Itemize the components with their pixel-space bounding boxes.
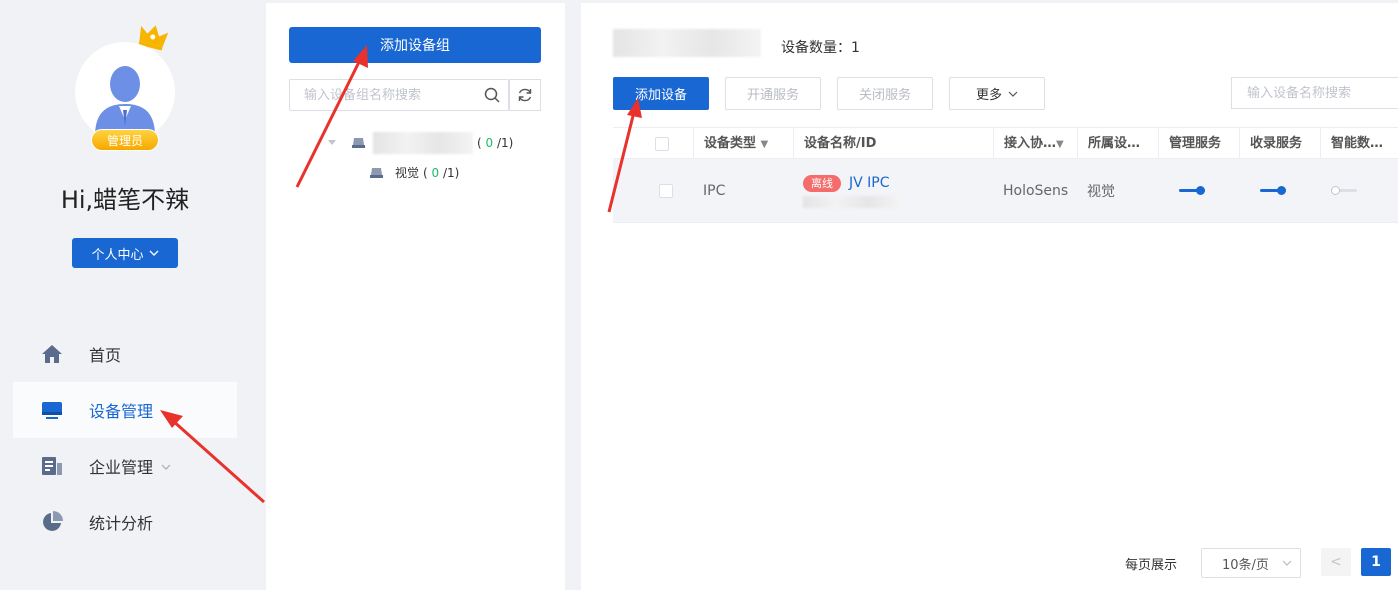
cell-type: IPC [703,183,726,199]
tree-node-child[interactable]: 视觉 ( 0 /1) [370,164,459,181]
sidebar-item-statistics[interactable]: 统计分析 [13,494,237,550]
add-device-button[interactable]: 添加设备 [613,77,709,110]
column-header-type[interactable]: 设备类型 ▼ [693,128,793,159]
page-size-select[interactable]: 10条/页 [1201,548,1301,578]
user-avatar-icon [95,66,155,136]
sidebar-item-label: 首页 [89,346,122,365]
smart-data-toggle[interactable] [1331,186,1357,196]
column-header-protocol[interactable]: 接入协…▼ [993,128,1077,159]
column-header-manage-service[interactable]: 管理服务 [1158,128,1239,159]
sidebar-item-label: 企业管理 [89,458,154,477]
filter-icon[interactable]: ▼ [1056,139,1064,150]
chevron-down-icon [149,250,158,256]
refresh-icon [518,88,532,102]
building-icon [41,455,63,477]
group-search-input[interactable] [290,80,470,110]
device-list-panel: 设备数量：1 添加设备 开通服务 关闭服务 更多 设备类型 ▼ 设备名称/ID … [581,3,1398,590]
pie-chart-icon [41,511,63,533]
status-badge: 离线 [803,174,841,192]
device-table: 设备类型 ▼ 设备名称/ID 接入协…▼ 所属设… 管理服务 收录服务 智能数…… [613,127,1398,223]
monitor-icon [41,399,63,421]
sidebar-item-enterprise-management[interactable]: 企业管理 [13,438,237,494]
chevron-down-icon [161,459,171,473]
sidebar-nav: 首页 设备管理 企业管理 统计分析 [13,326,237,550]
cell-smart-data [1320,159,1357,223]
column-header-name[interactable]: 设备名称/ID [793,128,993,159]
disable-service-button[interactable]: 关闭服务 [837,77,933,110]
device-count: 设备数量：1 [781,40,860,56]
redacted-device-id [803,195,901,208]
manage-service-toggle[interactable] [1179,186,1205,196]
role-badge: 管理员 [91,129,159,151]
group-search-field[interactable] [289,79,509,111]
select-all-cell[interactable] [613,128,693,159]
device-search-field[interactable] [1231,77,1398,109]
cell-group: 视觉 [1087,184,1115,200]
more-dropdown[interactable]: 更多 [949,77,1045,110]
cell-name: 离线 JV IPC [793,159,901,223]
device-name-link[interactable]: JV IPC [849,175,890,191]
sidebar-item-home[interactable]: 首页 [13,326,237,382]
table-header: 设备类型 ▼ 设备名称/ID 接入协…▼ 所属设… 管理服务 收录服务 智能数… [613,127,1398,159]
column-header-smart-data[interactable]: 智能数… [1320,128,1398,159]
tree-node-label: 视觉 [395,166,420,180]
refresh-button[interactable] [509,79,541,111]
record-service-toggle[interactable] [1260,186,1286,196]
avatar[interactable] [75,42,175,142]
sidebar-item-device-management[interactable]: 设备管理 [13,382,237,438]
device-search-input[interactable] [1232,78,1392,108]
caret-down-icon[interactable] [328,140,336,146]
select-all-checkbox[interactable] [655,136,669,151]
enable-service-button[interactable]: 开通服务 [725,77,821,110]
greeting-text: Hi,蜡笔不辣 [60,186,190,214]
device-group-icon [370,167,383,178]
more-label: 更多 [975,88,1002,103]
sidebar: 管理员 Hi,蜡笔不辣 个人中心 首页 设备管理 企业管理 统计分析 [0,0,250,590]
device-group-panel: 添加设备组 ( 0 /1) 视觉 ( 0 /1) [266,3,565,590]
page-size-value: 10条/页 [1222,557,1269,573]
chevron-down-icon [1282,555,1292,569]
page-size-label: 每页展示 [1125,558,1178,573]
cell-manage-service [1158,159,1205,223]
row-checkbox[interactable] [659,184,673,198]
tree-node-count: ( 0 /1) [423,165,460,180]
cell-protocol: HoloSens [1003,183,1069,199]
sidebar-item-label: 设备管理 [89,402,154,421]
column-header-group[interactable]: 所属设… [1077,128,1158,159]
search-icon[interactable] [484,87,500,103]
filter-icon[interactable]: ▼ [761,139,769,150]
column-header-record-service[interactable]: 收录服务 [1239,128,1320,159]
redacted-title [613,29,761,57]
home-icon [41,343,63,365]
personal-center-button[interactable]: 个人中心 [72,238,178,268]
sidebar-item-label: 统计分析 [89,514,154,533]
tree-node-count: ( 0 /1) [477,136,514,150]
add-device-group-button[interactable]: 添加设备组 [289,27,541,63]
personal-center-label: 个人中心 [91,247,144,263]
tree-node-root[interactable]: ( 0 /1) [328,132,513,154]
device-group-icon [352,138,365,148]
table-row[interactable]: IPC 离线 JV IPC HoloSens 视觉 [613,159,1398,223]
redacted-group-name [373,132,473,154]
cell-record-service [1239,159,1286,223]
chevron-down-icon [1008,91,1018,97]
previous-page-button[interactable]: < [1321,548,1351,576]
row-select-cell[interactable] [613,159,693,223]
page-number-current[interactable]: 1 [1361,548,1391,576]
